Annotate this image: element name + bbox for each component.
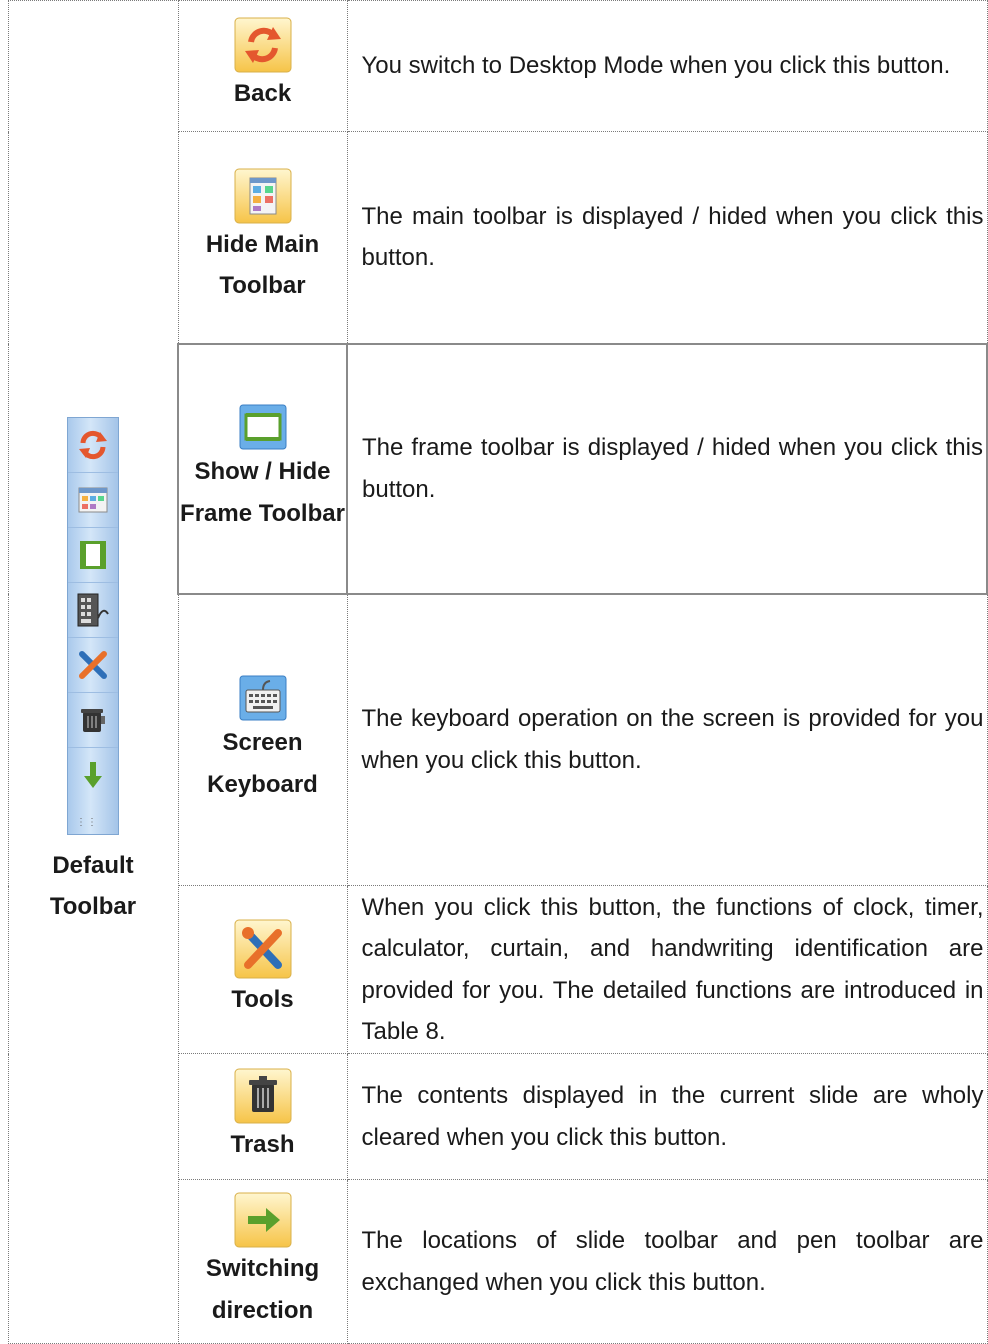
tools-icon [179, 919, 347, 979]
button-name: Hide Main Toolbar [205, 230, 320, 300]
frame-toolbar-icon[interactable] [68, 528, 118, 583]
keyboard-icon[interactable] [68, 583, 118, 638]
strip-grip-handle[interactable]: ⋮⋮ [68, 802, 118, 834]
button-description: The locations of slide toolbar and pen t… [361, 1227, 984, 1296]
button-description: The contents displayed in the current sl… [361, 1082, 984, 1151]
description-cell: The frame toolbar is displayed / hided w… [346, 342, 988, 595]
button-name: Screen Keyboard [207, 729, 318, 798]
button-cell: Switching direction [177, 1179, 348, 1344]
button-description: The main toolbar is displayed / hided wh… [361, 202, 984, 272]
button-cell: Tools [177, 885, 348, 1054]
description-cell: You switch to Desktop Mode when you clic… [346, 0, 988, 132]
button-cell: Show / Hide Frame Toolbar [177, 342, 348, 595]
frame-toolbar-icon [179, 403, 346, 451]
tools-icon[interactable] [68, 638, 118, 693]
table-row: ⋮⋮ Default Toolbar Back You switch to De… [8, 0, 988, 1344]
trash-icon [179, 1068, 347, 1124]
description-cell: When you click this button, the function… [346, 885, 988, 1054]
button-cell: Back [177, 0, 348, 132]
default-toolbar-strip: ⋮⋮ [67, 416, 119, 835]
button-name: Switching direction [205, 1255, 320, 1324]
default-toolbar-label: Default Toolbar [49, 851, 137, 921]
button-name: Tools [231, 985, 294, 1013]
button-name: Back [233, 80, 292, 108]
arrow-right-icon [179, 1192, 347, 1248]
back-icon[interactable] [68, 418, 118, 473]
description-cell: The contents displayed in the current sl… [346, 1053, 988, 1180]
toolbar-reference-table: ⋮⋮ Default Toolbar Back You switch to De… [8, 0, 988, 1344]
button-description: You switch to Desktop Mode when you clic… [361, 52, 951, 80]
button-name: Trash [230, 1130, 295, 1158]
button-description: The keyboard operation on the screen is … [361, 705, 984, 774]
button-name: Show / Hide Frame Toolbar [180, 458, 345, 527]
description-cell: The locations of slide toolbar and pen t… [346, 1179, 988, 1344]
description-cell: The main toolbar is displayed / hided wh… [346, 131, 988, 344]
trash-icon[interactable] [68, 693, 118, 748]
main-toolbar-icon [179, 168, 347, 224]
main-toolbar-icon[interactable] [68, 473, 118, 528]
back-icon [179, 17, 347, 73]
default-toolbar-cell: ⋮⋮ Default Toolbar [8, 0, 179, 1344]
button-cell: Screen Keyboard [177, 593, 348, 886]
description-cell: The keyboard operation on the screen is … [346, 593, 988, 886]
button-description: When you click this button, the function… [361, 893, 984, 1046]
keyboard-icon [179, 674, 347, 722]
button-cell: Hide Main Toolbar [177, 131, 348, 344]
arrow-down-icon[interactable] [68, 748, 118, 802]
button-cell: Trash [177, 1053, 348, 1180]
button-description: The frame toolbar is displayed / hided w… [362, 434, 983, 503]
